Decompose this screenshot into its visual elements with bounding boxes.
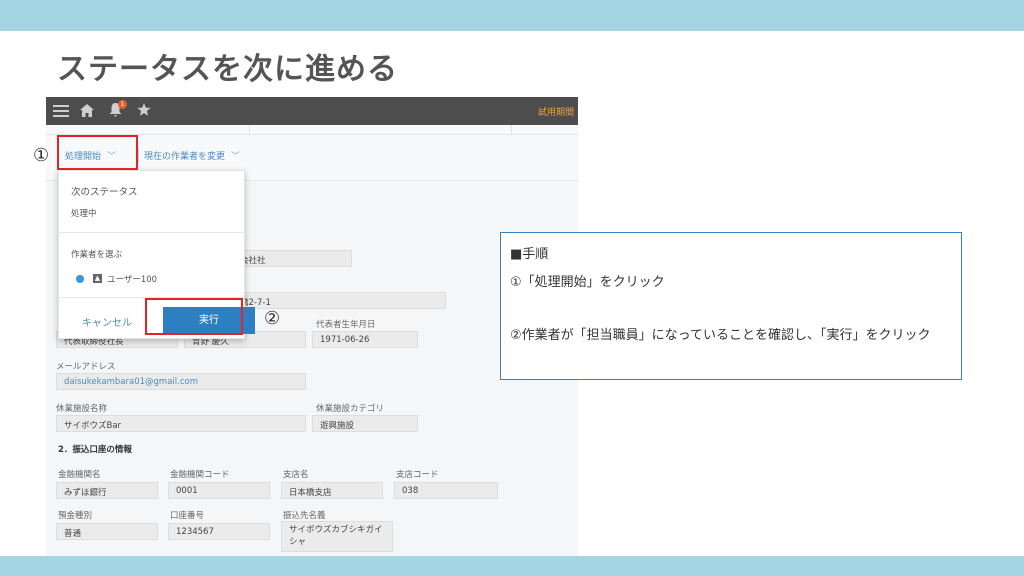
star-icon[interactable] xyxy=(137,103,151,117)
deposit-type-label: 預金種別 xyxy=(58,511,93,521)
cancel-button[interactable]: キャンセル xyxy=(82,314,132,329)
payee-field[interactable]: サイボウズカブシキガイシャ xyxy=(281,521,393,552)
bank-code-label: 金融機関コード xyxy=(170,470,230,480)
change-assignee-label: 現在の作業者を変更 xyxy=(144,152,226,162)
highlight-process-start xyxy=(57,135,138,170)
slide-title: ステータスを次に進める xyxy=(57,52,398,87)
user-icon: ▲ xyxy=(93,274,102,283)
top-band xyxy=(0,0,1024,31)
highlight-run-button xyxy=(145,298,243,335)
account-number-label: 口座番号 xyxy=(170,511,205,521)
account-number-field[interactable]: 1234567 xyxy=(168,523,270,540)
assignee-option[interactable]: ユーザー100 xyxy=(107,273,157,285)
facility-category-label: 休業施設カテゴリ xyxy=(316,404,385,414)
birth-label: 代表者生年月日 xyxy=(316,320,376,330)
instructions-heading: ■手順 xyxy=(510,247,549,262)
email-field[interactable]: daisukekambara01@gmail.com xyxy=(56,373,306,390)
address-field[interactable]: 橋2-7-1 xyxy=(232,292,446,309)
next-status-value: 処理中 xyxy=(71,209,97,219)
instructions-step-2: ②作業者が「担当職員」になっていることを確認し、「実行」をクリック xyxy=(510,328,931,343)
company-field[interactable]: 会社社 xyxy=(232,250,352,267)
bank-label: 金融機関名 xyxy=(58,470,101,480)
change-assignee-action[interactable]: 現在の作業者を変更 ﹀ xyxy=(144,149,240,162)
email-label: メールアドレス xyxy=(56,362,116,372)
facility-name-label: 休業施設名称 xyxy=(56,404,108,414)
tab-2[interactable] xyxy=(250,125,512,135)
instructions-panel: ■手順 ①「処理開始」をクリック ②作業者が「担当職員」になっていることを確認し… xyxy=(500,232,962,380)
notification-badge: 1 xyxy=(118,100,127,109)
bottom-band xyxy=(0,556,1024,576)
branch-code-label: 支店コード xyxy=(396,470,439,480)
bank-code-field[interactable]: 0001 xyxy=(168,482,270,499)
app-header: 1 試用期間 xyxy=(46,97,578,125)
facility-name-field[interactable]: サイボウズBar xyxy=(56,415,306,432)
trial-label[interactable]: 試用期間 xyxy=(538,105,574,118)
step-marker-1: ① xyxy=(33,145,50,166)
bank-field[interactable]: みずほ銀行 xyxy=(56,482,158,499)
section-2-title: 2．振込口座の情報 xyxy=(58,445,132,455)
instructions-step-1: ①「処理開始」をクリック xyxy=(510,275,665,290)
facility-category-field[interactable]: 遊興施設 xyxy=(312,415,418,432)
chevron-down-icon: ﹀ xyxy=(231,152,241,162)
tab-strip xyxy=(46,125,578,135)
deposit-type-field[interactable]: 普通 xyxy=(56,523,158,540)
step-marker-2: ② xyxy=(264,308,281,329)
birth-field[interactable]: 1971-06-26 xyxy=(312,331,418,348)
payee-label: 振込先名義 xyxy=(283,511,326,521)
next-status-title: 次のステータス xyxy=(71,187,138,198)
assignee-title: 作業者を選ぶ xyxy=(71,250,123,260)
divider xyxy=(59,232,246,233)
branch-label: 支店名 xyxy=(283,470,309,480)
home-icon[interactable] xyxy=(80,104,94,117)
branch-code-field[interactable]: 038 xyxy=(394,482,498,499)
divider xyxy=(138,148,139,164)
assignee-radio[interactable] xyxy=(76,275,84,283)
branch-field[interactable]: 日本橋支店 xyxy=(281,482,383,499)
menu-icon[interactable] xyxy=(53,102,69,120)
tab-1[interactable] xyxy=(46,125,250,135)
